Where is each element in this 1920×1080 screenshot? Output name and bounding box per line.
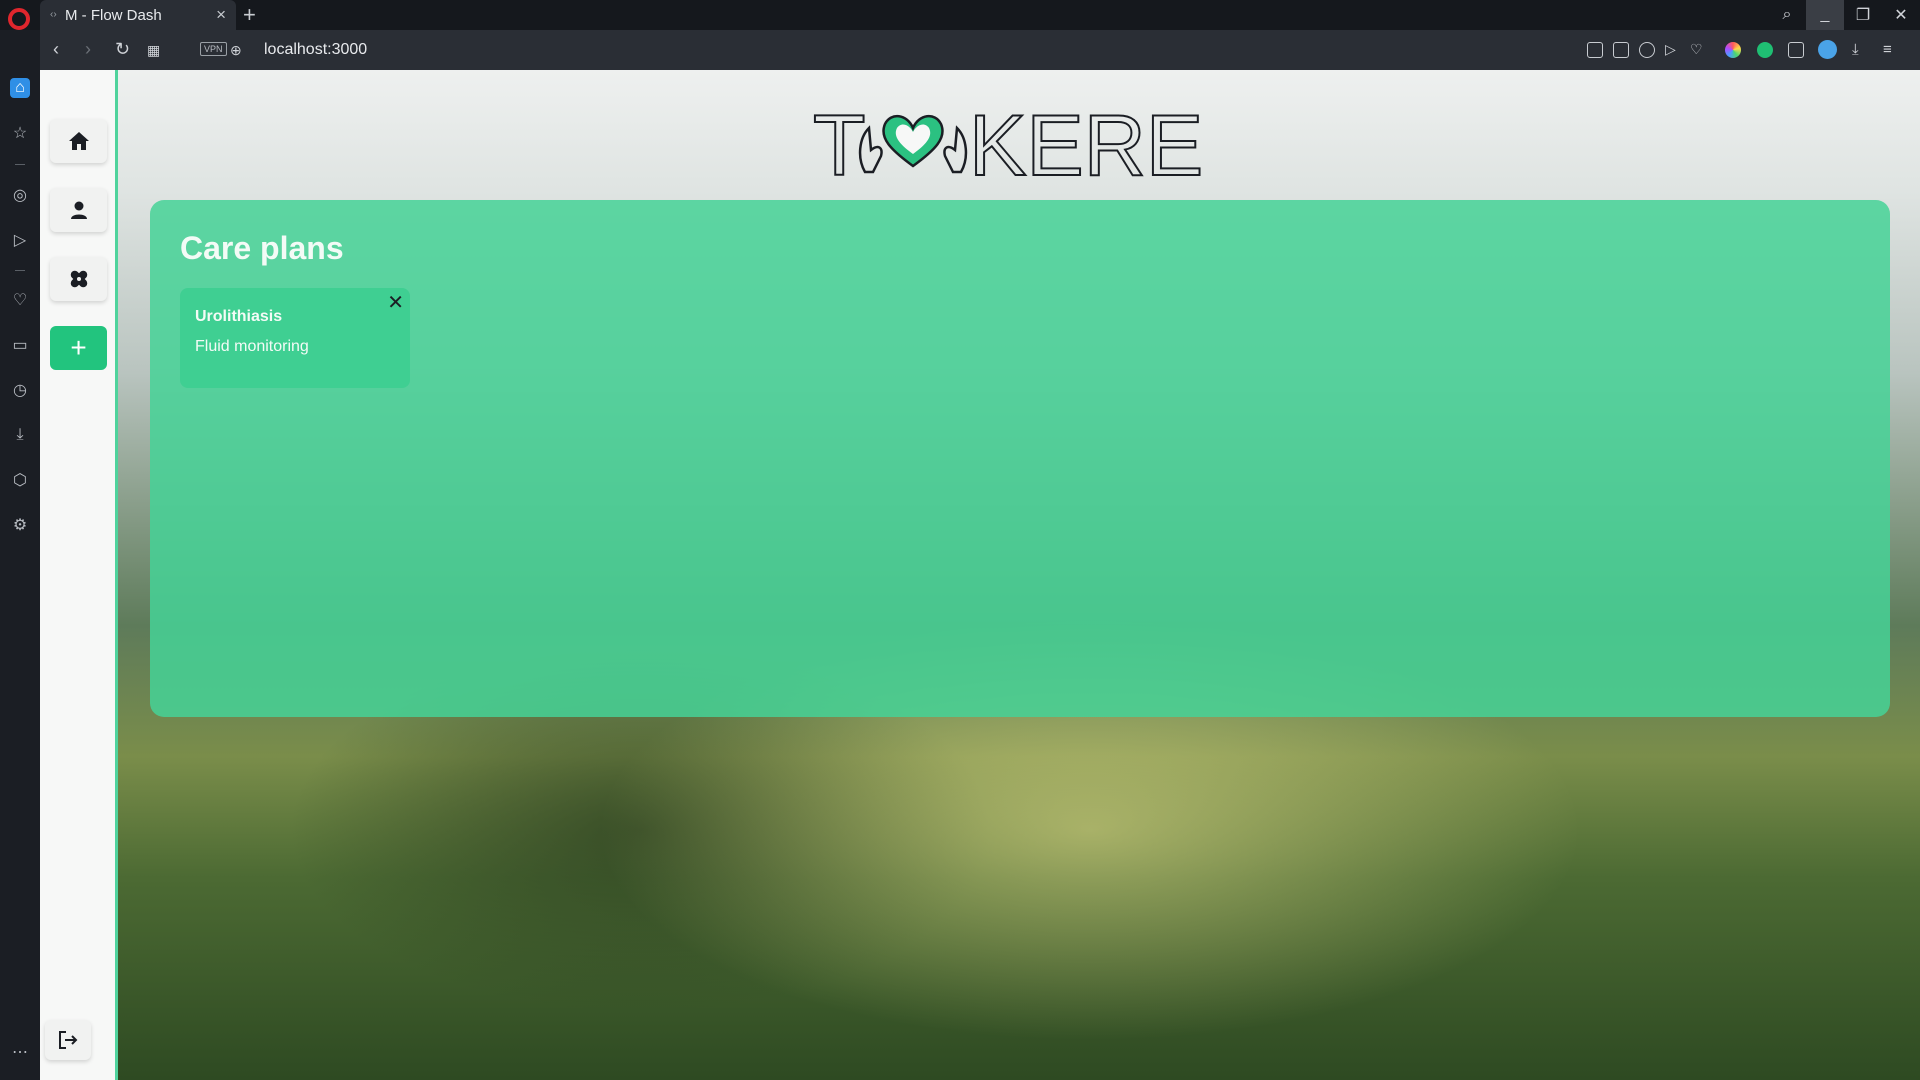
- easy-setup-icon[interactable]: ≡: [1883, 41, 1892, 58]
- home-icon: [68, 132, 89, 150]
- page-title: Care plans: [180, 230, 344, 266]
- tab-favicon-icon: ‹›: [50, 9, 57, 20]
- sidebar-settings-icon[interactable]: ⚙: [10, 515, 30, 535]
- app-sidebar: +: [40, 70, 118, 1080]
- globe-icon: ⊕: [230, 42, 242, 58]
- sidebar-send-icon[interactable]: ▷: [10, 230, 30, 250]
- nav-add-button[interactable]: +: [50, 326, 107, 370]
- new-tab-button[interactable]: +: [243, 2, 256, 28]
- restore-button[interactable]: ❐: [1844, 0, 1882, 30]
- sidebar-divider: [15, 270, 25, 271]
- logo-text-t: T: [813, 98, 866, 182]
- person-icon: [70, 201, 87, 219]
- opera-logo-icon[interactable]: [8, 8, 30, 30]
- address-bar: ‹ › ↻ ▦ VPN ⊕ localhost:3000 ▷ ♡ ⤓ ≡: [40, 30, 1920, 70]
- page-viewport: + T KERE Care plans ✕ Urolithiasis Fluid…: [40, 70, 1920, 1080]
- plus-icon: +: [70, 332, 87, 363]
- care-plan-subtitle: Fluid monitoring: [195, 338, 309, 355]
- vpn-badge[interactable]: VPN: [200, 42, 227, 56]
- sidebar-heart-icon[interactable]: ♡: [10, 290, 30, 310]
- browser-tab[interactable]: ‹› M - Flow Dash ×: [40, 0, 236, 30]
- nav-profile-button[interactable]: [50, 188, 107, 232]
- tab-grid-icon[interactable]: ▦: [147, 42, 160, 59]
- minimize-button[interactable]: _: [1806, 0, 1844, 30]
- avatar[interactable]: [1818, 40, 1837, 59]
- send-icon[interactable]: ▷: [1665, 41, 1676, 58]
- color-picker-icon[interactable]: [1725, 42, 1741, 58]
- sidebar-extensions-icon[interactable]: ⬡: [10, 470, 30, 490]
- tab-close-icon[interactable]: ×: [216, 5, 226, 25]
- reload-icon[interactable]: ↻: [115, 39, 130, 60]
- care-plan-card[interactable]: ✕ Urolithiasis Fluid monitoring: [180, 288, 410, 388]
- extension-cube-icon[interactable]: [1788, 42, 1804, 58]
- close-window-button[interactable]: ✕: [1882, 0, 1920, 30]
- sidebar-player-icon[interactable]: ◎: [10, 185, 30, 205]
- logout-icon: [59, 1031, 78, 1049]
- edit-icon[interactable]: [1587, 42, 1603, 58]
- sidebar-home-icon[interactable]: ⌂: [10, 78, 30, 98]
- sidebar-more-icon[interactable]: ⋯: [10, 1042, 30, 1062]
- sidebar-snapshot-icon[interactable]: ▭: [10, 335, 30, 355]
- back-icon[interactable]: ‹: [53, 39, 59, 60]
- forward-icon[interactable]: ›: [85, 39, 91, 60]
- care-plan-title: Urolithiasis: [195, 308, 283, 325]
- close-icon[interactable]: ✕: [387, 290, 404, 315]
- app-logo: T KERE: [812, 97, 1223, 195]
- url-field[interactable]: localhost:3000: [264, 41, 367, 59]
- nav-home-button[interactable]: [50, 119, 107, 163]
- tab-title: M - Flow Dash: [65, 7, 162, 24]
- logout-button[interactable]: [45, 1020, 91, 1060]
- sidebar-star-icon[interactable]: ☆: [10, 123, 30, 143]
- block-icon[interactable]: [1639, 42, 1655, 58]
- browser-sidebar: ⌂ ☆ ◎ ▷ ♡ ▭ ◷ ⤓ ⬡ ⚙ ⋯: [0, 8, 40, 1080]
- sidebar-download-icon[interactable]: ⤓: [10, 425, 30, 445]
- sidebar-history-icon[interactable]: ◷: [10, 380, 30, 400]
- bandage-icon: [70, 270, 87, 288]
- sidebar-divider: [15, 164, 25, 165]
- search-tabs-icon[interactable]: ⌕: [1768, 0, 1806, 30]
- logo-text-kere: KERE: [969, 98, 1203, 182]
- care-plans-panel: Care plans ✕ Urolithiasis Fluid monitori…: [150, 200, 1890, 717]
- heart-icon[interactable]: ♡: [1690, 41, 1703, 58]
- logo-hands-heart-icon: [858, 115, 968, 174]
- browser-tab-bar: ‹› M - Flow Dash × + ⌕ _ ❐ ✕: [0, 0, 1920, 30]
- grammarly-icon[interactable]: [1757, 42, 1773, 58]
- nav-care-plans-button[interactable]: [50, 257, 107, 301]
- camera-icon[interactable]: [1613, 42, 1629, 58]
- downloads-icon[interactable]: ⤓: [1852, 41, 1859, 58]
